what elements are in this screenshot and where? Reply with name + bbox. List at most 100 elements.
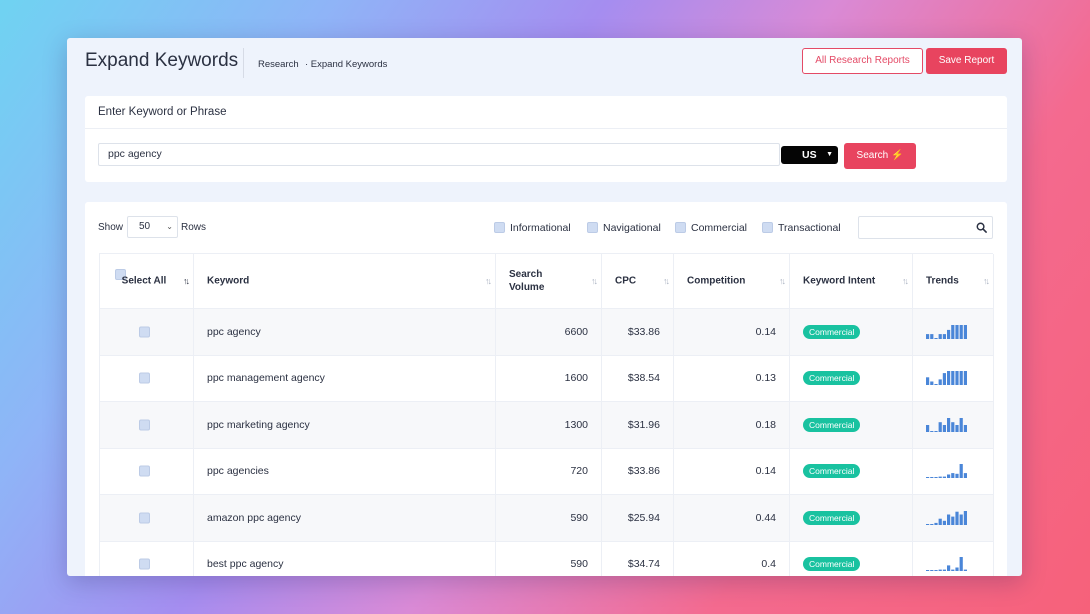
competition-cell: 0.44 bbox=[755, 511, 776, 524]
save-report-button[interactable]: Save Report bbox=[926, 48, 1007, 74]
row-checkbox[interactable] bbox=[139, 558, 150, 570]
row-checkbox[interactable] bbox=[139, 326, 150, 338]
checkbox[interactable] bbox=[587, 221, 598, 233]
trend-bar bbox=[942, 424, 946, 432]
trend-bar bbox=[938, 379, 942, 386]
table-body: ppc agency 6600 $33.86 0.14 Commercial p… bbox=[100, 309, 994, 576]
trend-bar bbox=[930, 430, 934, 432]
cpc-cell: $38.54 bbox=[627, 372, 660, 385]
trend-bar bbox=[938, 569, 942, 572]
rows-per-page-select[interactable]: 50 ⌄ bbox=[127, 216, 178, 238]
intent-badge: Commercial bbox=[803, 510, 861, 525]
page-title: Expand Keywords bbox=[85, 50, 239, 71]
header-keyword-intent[interactable]: Keyword Intent ↑↓ bbox=[790, 254, 913, 308]
trend-bar bbox=[955, 474, 959, 479]
header-trends-label: Trends bbox=[926, 275, 959, 287]
country-value: US bbox=[802, 149, 817, 161]
filter-informational[interactable]: Informational bbox=[494, 221, 571, 234]
table-row[interactable]: ppc management agency 1600 $38.54 0.13 C… bbox=[100, 355, 994, 402]
trend-bar bbox=[942, 476, 946, 479]
header-select-all-label: Select All bbox=[121, 275, 167, 287]
trend-bar bbox=[926, 570, 930, 572]
header-competition[interactable]: Competition ↑↓ bbox=[674, 254, 790, 308]
header-trends[interactable]: Trends ↑↓ bbox=[913, 254, 994, 308]
row-checkbox[interactable] bbox=[139, 419, 150, 431]
table-row[interactable]: ppc agency 6600 $33.86 0.14 Commercial bbox=[100, 309, 994, 356]
trend-bar bbox=[955, 567, 959, 572]
country-select[interactable]: US ▼ bbox=[781, 146, 838, 164]
table-row[interactable]: ppc marketing agency 1300 $31.96 0.18 Co… bbox=[100, 402, 994, 449]
trend-bar bbox=[938, 476, 942, 479]
header-keyword[interactable]: Keyword ↑↓ bbox=[194, 254, 496, 308]
breadcrumb-research[interactable]: Research bbox=[258, 59, 299, 70]
filter-label: Commercial bbox=[691, 222, 748, 234]
show-label: Show bbox=[98, 222, 124, 233]
competition-cell: 0.13 bbox=[755, 372, 776, 385]
checkbox[interactable] bbox=[675, 221, 686, 233]
sort-icon[interactable]: ↑↓ bbox=[902, 276, 909, 286]
trend-bar bbox=[947, 417, 951, 432]
trend-bar bbox=[934, 384, 938, 386]
search-volume-cell: 590 bbox=[570, 511, 588, 524]
trend-bar bbox=[930, 333, 934, 339]
row-checkbox[interactable] bbox=[139, 372, 150, 384]
trend-bar bbox=[963, 510, 967, 525]
trend-bar bbox=[955, 511, 959, 525]
sort-icon[interactable]: ↑↓ bbox=[663, 276, 670, 286]
all-research-reports-button[interactable]: All Research Reports bbox=[802, 48, 923, 74]
trend-bar bbox=[942, 520, 946, 525]
filter-navigational[interactable]: Navigational bbox=[587, 221, 661, 234]
keyword-cell[interactable]: ppc agency bbox=[207, 326, 261, 338]
table-search-input[interactable] bbox=[858, 216, 993, 239]
trend-bar bbox=[947, 474, 951, 479]
trend-bar bbox=[934, 477, 938, 479]
row-checkbox[interactable] bbox=[139, 512, 150, 524]
filter-label: Navigational bbox=[603, 222, 661, 234]
search-button[interactable]: Search ⚡ bbox=[844, 143, 916, 169]
table-row[interactable]: best ppc agency 590 $34.74 0.4 Commercia… bbox=[100, 541, 994, 576]
chevron-down-icon: ⌄ bbox=[166, 222, 173, 231]
trend-bar bbox=[930, 570, 934, 572]
trend-bar bbox=[951, 324, 955, 339]
trend-bar bbox=[934, 337, 938, 339]
row-checkbox[interactable] bbox=[139, 465, 150, 477]
competition-cell: 0.18 bbox=[755, 418, 776, 431]
header-select-all[interactable]: Select All ↑↓ bbox=[100, 254, 194, 308]
table-row[interactable]: amazon ppc agency 590 $25.94 0.44 Commer… bbox=[100, 495, 994, 542]
filter-commercial[interactable]: Commercial bbox=[675, 221, 748, 234]
keyword-input[interactable]: ppc agency bbox=[98, 143, 780, 166]
search-icon[interactable] bbox=[976, 222, 987, 233]
sort-icon[interactable]: ↑↓ bbox=[485, 276, 492, 286]
keyword-cell[interactable]: ppc marketing agency bbox=[207, 419, 310, 431]
trend-bar bbox=[959, 514, 963, 525]
checkbox[interactable] bbox=[762, 221, 773, 233]
cpc-cell: $25.94 bbox=[627, 511, 660, 524]
table-row[interactable]: ppc agencies 720 $33.86 0.14 Commercial bbox=[100, 448, 994, 495]
trend-bar bbox=[938, 518, 942, 525]
header-cpc-label: CPC bbox=[615, 275, 637, 287]
header-cpc[interactable]: CPC ↑↓ bbox=[602, 254, 674, 308]
search-volume-cell: 590 bbox=[570, 558, 588, 571]
intent-badge: Commercial bbox=[803, 464, 861, 479]
trend-sparkline bbox=[926, 324, 967, 339]
trend-bar bbox=[959, 417, 963, 432]
trend-bar bbox=[926, 424, 930, 432]
sort-icon[interactable]: ↑↓ bbox=[779, 276, 786, 286]
trend-bar bbox=[951, 371, 955, 386]
keyword-cell[interactable]: amazon ppc agency bbox=[207, 512, 301, 524]
trend-sparkline bbox=[926, 417, 967, 432]
checkbox[interactable] bbox=[494, 221, 505, 233]
keyword-cell[interactable]: best ppc agency bbox=[207, 558, 283, 570]
keyword-cell[interactable]: ppc management agency bbox=[207, 372, 325, 384]
sort-icon[interactable]: ↑↓ bbox=[183, 276, 190, 286]
competition-cell: 0.4 bbox=[761, 558, 776, 571]
header-search-volume[interactable]: Search Volume ↑↓ bbox=[496, 254, 602, 308]
sort-icon[interactable]: ↑↓ bbox=[983, 276, 990, 286]
trend-bar bbox=[963, 324, 967, 339]
trend-bar bbox=[951, 516, 955, 525]
sort-icon[interactable]: ↑↓ bbox=[591, 276, 598, 286]
keyword-cell[interactable]: ppc agencies bbox=[207, 465, 269, 477]
filter-transactional[interactable]: Transactional bbox=[762, 221, 841, 234]
trend-bar bbox=[938, 333, 942, 339]
keyword-search-card: Enter Keyword or Phrase ppc agency US ▼ … bbox=[85, 96, 1007, 182]
